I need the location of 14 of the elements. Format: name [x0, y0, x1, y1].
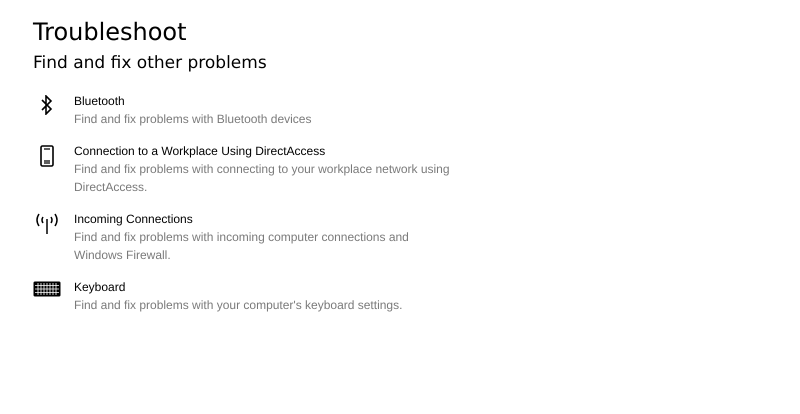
troubleshooter-name[interactable]: Connection to a Workplace Using DirectAccess — [74, 142, 459, 160]
bluetooth-icon — [41, 95, 53, 115]
page-title: Troubleshoot — [33, 17, 188, 48]
phone-icon — [40, 145, 54, 167]
troubleshooter-description: Find and fix problems with incoming computer connections and Windows Firewall. — [74, 229, 410, 264]
keyboard-icon — [33, 281, 61, 297]
troubleshooter-description: Find and fix problems with Bluetooth devices — [74, 111, 312, 128]
troubleshooter-description: Find and fix problems with connecting to your workplace network using DirectAccess. — [74, 161, 451, 196]
troubleshooter-name[interactable]: Bluetooth — [74, 92, 459, 110]
troubleshooter-name[interactable]: Keyboard — [74, 278, 459, 296]
section-heading: Find and fix other problems — [33, 52, 268, 75]
troubleshooter-name[interactable]: Incoming Connections — [74, 210, 459, 228]
antenna-icon — [35, 213, 59, 235]
troubleshooter-description: Find and fix problems with your computer's keyboard settings. — [74, 297, 404, 314]
